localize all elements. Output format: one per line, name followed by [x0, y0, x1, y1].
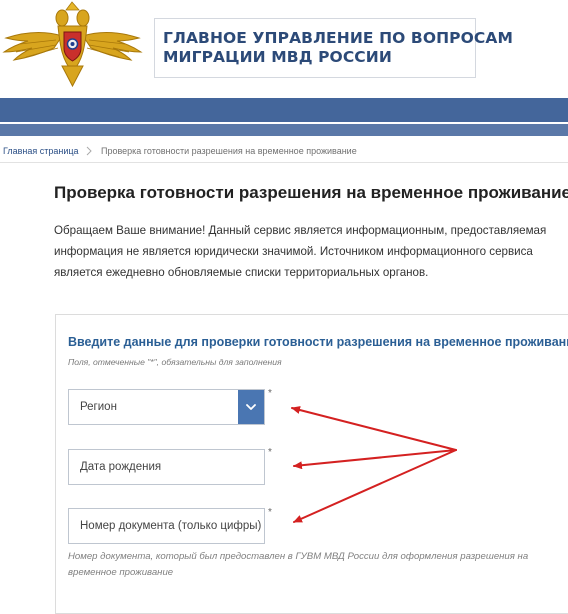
- russia-mvd-emblem-icon[interactable]: [0, 0, 145, 88]
- region-dropdown-button[interactable]: [238, 390, 264, 424]
- birthdate-input[interactable]: Дата рождения: [68, 449, 265, 485]
- site-title-line-1: ГЛАВНОЕ УПРАВЛЕНИЕ ПО ВОПРОСАМ: [163, 29, 514, 47]
- birthdate-placeholder: Дата рождения: [80, 461, 162, 473]
- breadcrumb-current: Проверка готовности разрешения на времен…: [101, 146, 357, 156]
- document-number-hint: Номер документа, который был предоставле…: [68, 551, 529, 578]
- page-title: Проверка готовности разрешения на времен…: [54, 183, 568, 202]
- site-title-line-2: МИГРАЦИИ МВД РОССИИ: [163, 48, 392, 66]
- chevron-right-icon: [86, 146, 92, 156]
- document-required-mark: *: [268, 507, 272, 518]
- region-required-mark: *: [268, 388, 272, 399]
- region-select-label: Регион: [80, 401, 117, 413]
- intro-text: Обращаем Ваше внимание! Данный сервис яв…: [54, 224, 547, 279]
- nav-bar-secondary: [0, 124, 568, 136]
- nav-bar: [0, 98, 568, 122]
- region-select[interactable]: Регион: [68, 389, 265, 425]
- required-fields-note: Поля, отмеченные "*", обязательны для за…: [68, 357, 282, 367]
- site-title[interactable]: ГЛАВНОЕ УПРАВЛЕНИЕ ПО ВОПРОСАМ МИГРАЦИИ …: [154, 18, 514, 78]
- breadcrumb-divider: [0, 162, 568, 163]
- chevron-down-icon: [246, 404, 256, 410]
- breadcrumb-home-link[interactable]: Главная страница: [3, 140, 79, 162]
- document-number-input[interactable]: Номер документа (только цифры): [68, 508, 265, 544]
- birthdate-required-mark: *: [268, 447, 272, 458]
- document-number-placeholder: Номер документа (только цифры): [80, 520, 262, 532]
- breadcrumb: Главная страница Проверка готовности раз…: [0, 140, 568, 162]
- form-title: Введите данные для проверки готовности р…: [68, 335, 568, 349]
- site-header: ГЛАВНОЕ УПРАВЛЕНИЕ ПО ВОПРОСАМ МИГРАЦИИ …: [0, 0, 568, 92]
